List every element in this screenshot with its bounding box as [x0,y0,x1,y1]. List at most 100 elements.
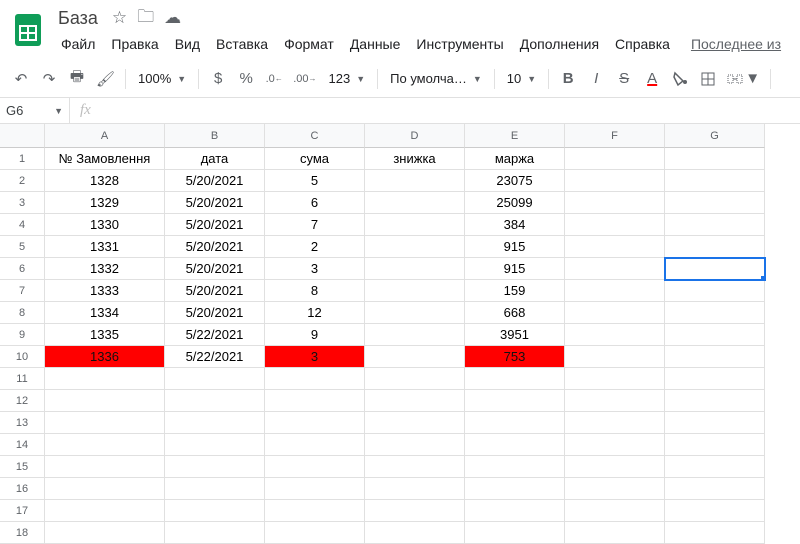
cell[interactable]: 915 [465,236,565,258]
cell[interactable] [665,478,765,500]
cell[interactable]: 753 [465,346,565,368]
cell[interactable] [465,434,565,456]
menu-Файл[interactable]: Файл [54,32,102,56]
undo-button[interactable]: ↶ [8,66,34,92]
cell[interactable] [45,390,165,412]
cell[interactable] [365,434,465,456]
cell[interactable]: 668 [465,302,565,324]
menu-Инструменты[interactable]: Инструменты [409,32,510,56]
cell[interactable] [465,456,565,478]
col-header-B[interactable]: B [165,124,265,148]
cell[interactable] [265,368,365,390]
move-icon[interactable]: 🗀 [137,4,154,33]
cell[interactable] [365,236,465,258]
cell[interactable]: 1334 [45,302,165,324]
doc-title[interactable]: База [54,7,102,30]
cell[interactable] [45,456,165,478]
menu-Вид[interactable]: Вид [168,32,207,56]
cell[interactable] [565,170,665,192]
cell[interactable] [665,148,765,170]
menu-Вставка[interactable]: Вставка [209,32,275,56]
cell[interactable] [465,500,565,522]
cell[interactable] [565,522,665,544]
cell[interactable]: 1328 [45,170,165,192]
row-header[interactable]: 11 [0,368,45,390]
row-header[interactable]: 15 [0,456,45,478]
row-header[interactable]: 8 [0,302,45,324]
cell[interactable]: 5/20/2021 [165,192,265,214]
menu-Данные[interactable]: Данные [343,32,408,56]
cell[interactable] [365,280,465,302]
cell[interactable] [45,500,165,522]
last-edit-link[interactable]: Последнее из [691,36,781,52]
cell[interactable] [365,368,465,390]
cell[interactable]: 5/20/2021 [165,170,265,192]
row-header[interactable]: 6 [0,258,45,280]
col-header-C[interactable]: C [265,124,365,148]
cell[interactable] [665,412,765,434]
cell[interactable] [465,412,565,434]
cell[interactable] [365,324,465,346]
cell[interactable]: дата [165,148,265,170]
row-header[interactable]: 12 [0,390,45,412]
cell[interactable] [265,522,365,544]
menu-Правка[interactable]: Правка [104,32,165,56]
cell[interactable] [665,346,765,368]
cell[interactable] [665,192,765,214]
cell[interactable] [565,258,665,280]
cell[interactable]: 3 [265,346,365,368]
cell[interactable] [565,456,665,478]
row-header[interactable]: 2 [0,170,45,192]
cell[interactable] [365,346,465,368]
merge-button[interactable]: ▼ [723,66,764,92]
cell[interactable] [365,456,465,478]
cell[interactable] [165,434,265,456]
cell[interactable]: 9 [265,324,365,346]
strikethrough-button[interactable]: S [611,66,637,92]
col-header-A[interactable]: A [45,124,165,148]
cell[interactable] [665,456,765,478]
cell[interactable]: 25099 [465,192,565,214]
cell[interactable] [365,478,465,500]
cell[interactable] [665,302,765,324]
cell[interactable] [265,434,365,456]
cell[interactable] [265,500,365,522]
cell[interactable] [465,522,565,544]
fill-color-button[interactable] [667,66,693,92]
row-header[interactable]: 14 [0,434,45,456]
cell[interactable]: 12 [265,302,365,324]
cell[interactable] [565,214,665,236]
cell[interactable] [165,522,265,544]
bold-button[interactable]: B [555,66,581,92]
cell[interactable] [565,500,665,522]
cell[interactable] [465,478,565,500]
cell[interactable]: 1336 [45,346,165,368]
select-all-corner[interactable] [0,124,45,148]
cell[interactable] [565,302,665,324]
cell[interactable]: 6 [265,192,365,214]
italic-button[interactable]: I [583,66,609,92]
cell[interactable] [665,258,765,280]
cell[interactable]: № Замовлення [45,148,165,170]
cell[interactable] [365,500,465,522]
cell[interactable] [165,412,265,434]
cell[interactable] [265,390,365,412]
cell[interactable] [45,412,165,434]
cell[interactable] [365,214,465,236]
cell[interactable] [365,170,465,192]
cell[interactable] [565,478,665,500]
cell[interactable] [45,368,165,390]
col-header-G[interactable]: G [665,124,765,148]
cell[interactable] [665,214,765,236]
cell[interactable] [665,324,765,346]
cell[interactable]: 159 [465,280,565,302]
cell[interactable]: 3951 [465,324,565,346]
cell[interactable] [565,346,665,368]
cell[interactable] [665,280,765,302]
cell[interactable]: 5/22/2021 [165,346,265,368]
cell[interactable] [265,456,365,478]
cell[interactable]: знижка [365,148,465,170]
row-header[interactable]: 16 [0,478,45,500]
cell[interactable] [165,390,265,412]
sheets-logo[interactable] [8,10,48,50]
